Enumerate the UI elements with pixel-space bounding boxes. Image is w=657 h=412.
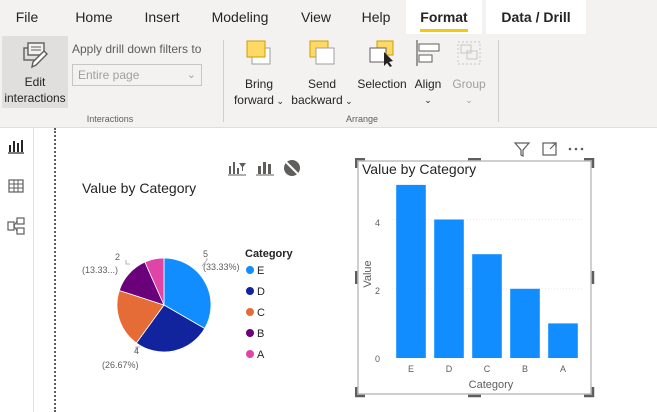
bar-x-axis-title: Category [469, 379, 514, 391]
selection-button[interactable]: Selection [356, 38, 408, 110]
bar-y-axis-title: Value [362, 260, 374, 287]
bar-x-tick-b: B [522, 364, 528, 374]
tab-data-drill[interactable]: Data / Drill [486, 0, 586, 34]
legend-label-e[interactable]: E [257, 265, 264, 277]
send-backward-icon [309, 40, 335, 65]
legend-marker-c [246, 308, 254, 316]
more-options-icon[interactable] [567, 140, 585, 158]
tab-insert[interactable]: Insert [134, 0, 190, 34]
drill-filter-select[interactable]: Entire page ⌄ [72, 64, 202, 86]
edit-interactions-label-2: interactions [4, 91, 66, 105]
pie-data-label-d-percent: (26.67%) [102, 360, 139, 370]
chevron-down-icon: ⌄ [186, 69, 196, 81]
group-label: Group [452, 77, 486, 91]
bar-c[interactable] [472, 254, 502, 358]
chevron-down-icon: ⌄ [342, 96, 353, 106]
bar-a[interactable] [548, 323, 578, 358]
send-backward-label-2: backward ⌄ [291, 93, 353, 107]
align-button[interactable]: Align ⌄ [410, 38, 446, 110]
bar-y-tick: 4 [375, 218, 380, 228]
edit-interactions-icon [23, 42, 48, 69]
legend-label-b[interactable]: B [257, 328, 264, 340]
model-view-icon[interactable] [6, 216, 26, 236]
pie-chart: 5 (33.33%) 2 (13.33...) 4 (26.67%) Categ… [82, 248, 294, 370]
pie-legend-title: Category [245, 248, 294, 260]
legend-label-c[interactable]: C [257, 307, 265, 319]
menu-bar: File Home Insert Modeling View Help Form… [0, 0, 657, 34]
bar-x-tick-d: D [446, 364, 453, 374]
send-backward-label-1: Send [307, 77, 337, 91]
bar-y-tick: 2 [375, 286, 380, 296]
focus-mode-icon[interactable] [541, 140, 559, 158]
edit-interactions-button[interactable]: Edit interactions [2, 36, 68, 108]
tab-home[interactable]: Home [64, 0, 124, 34]
bring-forward-icon [246, 40, 271, 65]
group-button[interactable]: Group ⌄ [448, 38, 490, 110]
pie-visual[interactable]: Value by Category 5 (33.33%) 2 (13.33...… [60, 150, 350, 400]
data-view-icon[interactable] [6, 176, 26, 196]
selection-label: Selection [357, 77, 407, 91]
chevron-down-icon: ⌄ [273, 96, 285, 106]
align-icon [416, 40, 440, 66]
bar-x-tick-c: C [484, 364, 491, 374]
selection-icon [369, 40, 394, 67]
group-icon [457, 41, 481, 65]
group-label-arrange: Arrange [345, 114, 379, 124]
pie-data-label-b-percent: (13.33...) [82, 265, 118, 275]
bar-y-tick: 0 [375, 354, 380, 364]
pie-leader-line [125, 260, 130, 265]
pie-data-label-e-value: 5 [203, 249, 208, 259]
bring-forward-button[interactable]: Bring forward ⌄ [230, 38, 288, 110]
legend-label-d[interactable]: D [257, 286, 265, 298]
legend-marker-d [246, 287, 254, 295]
drill-filter-label: Apply drill down filters to [72, 42, 202, 56]
chevron-down-icon: ⌄ [465, 95, 473, 105]
legend-marker-a [246, 350, 254, 358]
tab-file[interactable]: File [6, 0, 48, 34]
tab-format-label: Format [420, 9, 468, 25]
align-label: Align [414, 77, 442, 91]
bar-chart: E D C B A 0 2 4 Value Category [362, 184, 582, 391]
bar-visual[interactable]: Value by Category EDCBA 0 2 4 Value Cate… [355, 140, 655, 400]
tab-modeling[interactable]: Modeling [200, 0, 280, 34]
pie-data-label-e-percent: (33.33%) [203, 262, 240, 272]
group-label-interactions: Interactions [86, 114, 134, 124]
tab-format[interactable]: Format [406, 0, 482, 34]
chevron-down-icon: ⌄ [424, 95, 432, 105]
tab-help[interactable]: Help [350, 0, 402, 34]
legend-marker-e [246, 266, 254, 274]
bring-forward-label-1: Bring [244, 77, 273, 91]
ribbon: Edit interactions Apply drill down filte… [0, 34, 657, 128]
active-tab-underline [420, 29, 468, 32]
bar-b[interactable] [510, 288, 540, 358]
pie-data-label-d-value: 4 [134, 346, 139, 356]
report-view-icon[interactable] [6, 136, 26, 156]
send-backward-button[interactable]: Send backward ⌄ [290, 38, 354, 110]
bar-x-tick-a: A [560, 364, 566, 374]
drill-filter-value: Entire page [78, 68, 140, 82]
edit-interactions-label-1: Edit [24, 75, 46, 89]
legend-label-a[interactable]: A [257, 349, 265, 361]
bring-forward-label-2: forward ⌄ [233, 93, 285, 107]
pie-data-label-b-value: 2 [115, 252, 120, 262]
legend-marker-b [246, 329, 254, 337]
canvas-margin-guide [54, 128, 56, 412]
view-rail [0, 128, 34, 412]
bar-e[interactable] [396, 184, 426, 358]
tab-view[interactable]: View [290, 0, 342, 34]
bar-x-tick-e: E [408, 364, 414, 374]
bar-d[interactable] [434, 219, 464, 359]
ribbon-separator [223, 40, 224, 122]
filter-icon[interactable] [513, 140, 531, 158]
ribbon-separator [498, 40, 499, 122]
